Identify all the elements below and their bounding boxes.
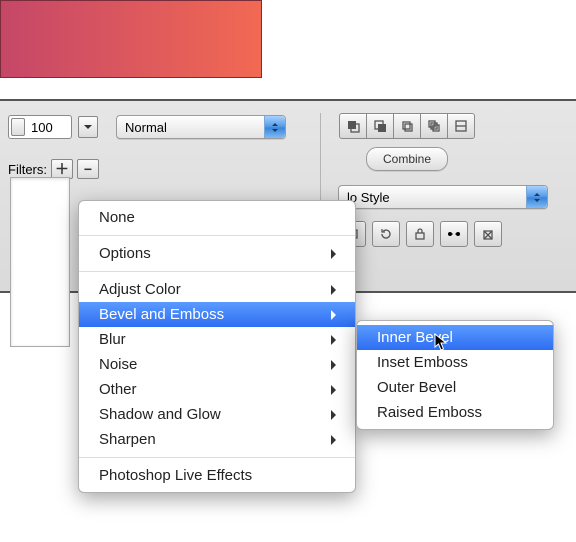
minus-icon: − bbox=[84, 162, 92, 176]
menu-item-other[interactable]: Other bbox=[79, 377, 355, 402]
menu-item-sharpen[interactable]: Sharpen bbox=[79, 427, 355, 452]
send-backward-button[interactable] bbox=[393, 113, 420, 139]
menu-item-none[interactable]: None bbox=[79, 205, 355, 230]
opacity-scrub-handle[interactable] bbox=[11, 118, 25, 136]
submenu-item-inset-emboss[interactable]: Inset Emboss bbox=[357, 350, 553, 375]
menu-separator bbox=[79, 235, 355, 236]
submenu-item-inner-bevel[interactable]: Inner Bevel bbox=[357, 325, 553, 350]
menu-item-options[interactable]: Options bbox=[79, 241, 355, 266]
menu-separator bbox=[79, 271, 355, 272]
chevron-updown-icon bbox=[526, 186, 547, 208]
submenu-item-outer-bevel[interactable]: Outer Bevel bbox=[357, 375, 553, 400]
opacity-field[interactable]: 100 bbox=[8, 115, 72, 139]
bring-forward-button[interactable] bbox=[366, 113, 393, 139]
gradient-rectangle-object[interactable] bbox=[0, 0, 262, 78]
add-filter-button[interactable]: ＋ bbox=[51, 159, 73, 179]
filters-label: Filters: bbox=[8, 162, 47, 177]
menu-item-blur[interactable]: Blur bbox=[79, 327, 355, 352]
align-button[interactable] bbox=[447, 113, 475, 139]
chevron-updown-icon bbox=[264, 116, 285, 138]
submenu-item-raised-emboss[interactable]: Raised Emboss bbox=[357, 400, 553, 425]
filter-list[interactable] bbox=[10, 177, 70, 347]
blend-mode-select[interactable]: Normal bbox=[116, 115, 286, 139]
menu-separator bbox=[79, 457, 355, 458]
remove-filter-button[interactable]: − bbox=[77, 159, 99, 179]
filters-menu: None Options Adjust Color Bevel and Embo… bbox=[78, 200, 356, 493]
bring-to-front-button[interactable] bbox=[339, 113, 366, 139]
delete-style-button[interactable] bbox=[474, 221, 502, 247]
lock-style-button[interactable] bbox=[406, 221, 434, 247]
combine-button[interactable]: Combine bbox=[366, 147, 448, 171]
style-tools-group bbox=[338, 221, 502, 247]
reset-style-button[interactable] bbox=[372, 221, 400, 247]
menu-item-photoshop-live-effects[interactable]: Photoshop Live Effects bbox=[79, 463, 355, 488]
stacking-order-group bbox=[339, 113, 475, 139]
canvas-area bbox=[0, 0, 576, 101]
menu-item-bevel-and-emboss[interactable]: Bevel and Emboss bbox=[79, 302, 355, 327]
plus-icon: ＋ bbox=[55, 162, 69, 176]
opacity-dropdown-button[interactable] bbox=[78, 116, 98, 138]
blend-mode-value: Normal bbox=[125, 120, 167, 135]
send-to-back-button[interactable] bbox=[420, 113, 447, 139]
menu-item-noise[interactable]: Noise bbox=[79, 352, 355, 377]
break-link-button[interactable] bbox=[440, 221, 468, 247]
combine-label: Combine bbox=[383, 152, 431, 166]
menu-item-shadow-and-glow[interactable]: Shadow and Glow bbox=[79, 402, 355, 427]
bevel-and-emboss-submenu: Inner Bevel Inset Emboss Outer Bevel Rai… bbox=[356, 320, 554, 430]
style-select[interactable]: lo Style bbox=[338, 185, 548, 209]
menu-item-adjust-color[interactable]: Adjust Color bbox=[79, 277, 355, 302]
opacity-value[interactable]: 100 bbox=[29, 120, 69, 135]
